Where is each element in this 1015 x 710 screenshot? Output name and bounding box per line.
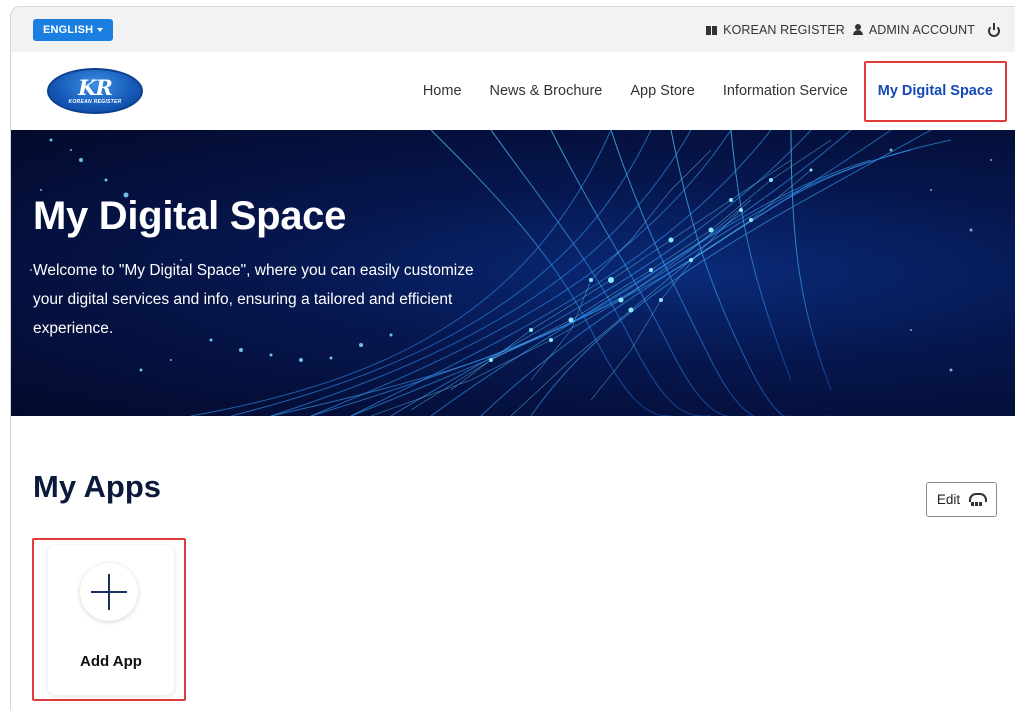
kr-logo[interactable]: KR KOREAN REGISTER [47, 68, 143, 114]
building-icon [706, 24, 718, 35]
edit-button[interactable]: Edit [926, 482, 997, 517]
my-apps-heading: My Apps [33, 469, 162, 504]
hero-banner: My Digital Space Welcome to "My Digital … [11, 130, 1015, 416]
edit-label: Edit [936, 492, 961, 507]
plus-icon [80, 563, 138, 621]
account-link[interactable]: ADMIN ACCOUNT [852, 22, 975, 37]
edit-layout-icon [968, 492, 988, 507]
hero-title: My Digital Space [33, 194, 347, 238]
org-link[interactable]: KOREAN REGISTER [706, 23, 845, 37]
nav-item-information-service[interactable]: Information Service [709, 83, 862, 99]
hero-description: Welcome to "My Digital Space", where you… [33, 262, 474, 337]
language-dropdown[interactable]: ENGLISH [33, 18, 114, 41]
add-app-label: Add App [80, 653, 142, 670]
nav-item-my-digital-space[interactable]: My Digital Space [863, 60, 1007, 122]
nav-links: Home News & Brochure App Store Informati… [409, 52, 1015, 130]
utility-bar: ENGLISH KOREAN REGISTER ADMIN ACCOUNT [11, 7, 1015, 52]
nav-item-app-store[interactable]: App Store [616, 83, 709, 99]
power-icon[interactable] [987, 22, 1001, 37]
language-label: ENGLISH [43, 23, 94, 36]
main-navigation: KR KOREAN REGISTER Home News & Brochure … [11, 52, 1015, 130]
nav-item-news-brochure[interactable]: News & Brochure [476, 83, 617, 99]
org-label: KOREAN REGISTER [723, 22, 845, 37]
utility-links: KOREAN REGISTER ADMIN ACCOUNT [706, 22, 1001, 37]
app-window: ENGLISH KOREAN REGISTER ADMIN ACCOUNT KR… [10, 6, 1015, 710]
account-label: ADMIN ACCOUNT [868, 22, 975, 37]
logo-subtitle: KOREAN REGISTER [68, 98, 122, 105]
logo-mark: KR [78, 74, 113, 100]
user-icon [852, 24, 863, 35]
caret-down-icon [97, 28, 104, 32]
nav-item-home[interactable]: Home [409, 83, 476, 99]
add-app-card[interactable]: Add App [48, 545, 174, 695]
